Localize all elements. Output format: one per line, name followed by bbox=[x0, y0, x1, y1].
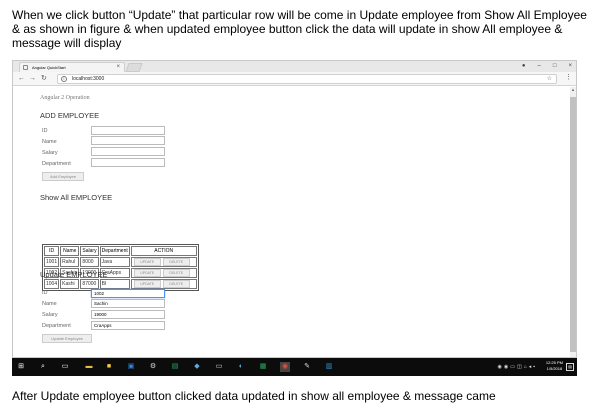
add-id-input[interactable] bbox=[91, 126, 165, 135]
search-icon[interactable]: ⌕ bbox=[38, 362, 48, 372]
app-title: Angular 2 Operation bbox=[40, 95, 90, 101]
add-name-input[interactable] bbox=[91, 136, 165, 145]
minimize-button[interactable]: – bbox=[538, 61, 541, 72]
url-text: localhost:3000 bbox=[72, 76, 105, 82]
cell-id: 1004 bbox=[44, 279, 60, 289]
add-employee-heading: ADD EMPLOYEE bbox=[40, 111, 100, 120]
table-row: 1001 Rahul 8000 Java UPDATE DELETE bbox=[44, 257, 197, 267]
chrome-icon[interactable]: ◉ bbox=[280, 362, 290, 372]
scroll-thumb[interactable] bbox=[570, 97, 576, 352]
cell-action: UPDATE DELETE bbox=[130, 268, 197, 278]
task-view-icon[interactable]: ▭ bbox=[60, 362, 70, 372]
add-department-input[interactable] bbox=[91, 158, 165, 167]
caption-top: When we click button “Update” that parti… bbox=[12, 8, 587, 50]
cell-action: UPDATE DELETE bbox=[130, 279, 197, 289]
tab-title: Angular QuickStart bbox=[32, 65, 66, 70]
cell-department: Java bbox=[99, 257, 130, 267]
cell-id: 1002 bbox=[44, 268, 60, 278]
delete-button[interactable]: DELETE bbox=[162, 258, 190, 266]
maximize-button[interactable]: □ bbox=[553, 61, 557, 72]
outlook-icon[interactable]: ▣ bbox=[126, 362, 136, 372]
page-content: Angular 2 Operation ADD EMPLOYEE ID Name… bbox=[13, 87, 576, 357]
cell-id: 1001 bbox=[44, 257, 60, 267]
browser-toolbar: ← → ↻ i localhost:3000 ☆ ⋮ bbox=[13, 72, 576, 86]
col-department: Department bbox=[99, 246, 130, 256]
profile-icon[interactable]: ● bbox=[522, 61, 526, 72]
new-tab-button[interactable] bbox=[125, 63, 143, 72]
browser-tab[interactable]: Angular QuickStart × bbox=[19, 62, 125, 72]
address-bar[interactable]: i localhost:3000 ☆ bbox=[57, 74, 557, 84]
update-button[interactable]: UPDATE bbox=[133, 269, 161, 277]
cell-name: Kashi bbox=[60, 279, 80, 289]
employee-table: ID Name Salary Department ACTION 1001 Ra… bbox=[42, 244, 199, 291]
show-all-heading: Show All EMPLOYEE bbox=[40, 193, 113, 202]
cell-department: BI bbox=[99, 279, 130, 289]
cell-action: UPDATE DELETE bbox=[130, 257, 197, 267]
clock-date: 1/5/2018 bbox=[546, 366, 563, 371]
sticky-notes-icon[interactable]: ■ bbox=[104, 362, 114, 372]
tool-icon[interactable]: ✎ bbox=[302, 362, 312, 372]
add-employee-button[interactable]: Add Employee bbox=[42, 172, 84, 181]
add-name-label: Name bbox=[42, 139, 57, 145]
tab-bar: Angular QuickStart × ● – □ × bbox=[13, 61, 576, 72]
col-name: Name bbox=[60, 246, 80, 256]
clock[interactable]: 12:25 PM 1/5/2018 bbox=[546, 360, 563, 372]
window-controls: ● – □ × bbox=[522, 61, 572, 72]
update-button[interactable]: UPDATE bbox=[133, 258, 161, 266]
cell-department: CraApps bbox=[99, 268, 130, 278]
system-tray[interactable]: ◉◉▭◫⌂◂▪ bbox=[498, 364, 537, 370]
add-salary-label: Salary bbox=[42, 150, 58, 156]
col-action: ACTION bbox=[130, 246, 197, 256]
page-icon bbox=[23, 65, 28, 70]
reload-icon[interactable]: ↻ bbox=[41, 74, 47, 84]
update-button[interactable]: UPDATE bbox=[133, 280, 161, 288]
delete-button[interactable]: DELETE bbox=[162, 280, 190, 288]
add-id-label: ID bbox=[42, 128, 48, 134]
close-icon[interactable]: × bbox=[116, 63, 120, 72]
info-icon[interactable]: i bbox=[61, 76, 67, 82]
excel-icon[interactable]: ▦ bbox=[258, 362, 268, 372]
settings-icon[interactable]: ⚙ bbox=[148, 362, 158, 372]
star-icon[interactable]: ☆ bbox=[547, 75, 552, 83]
table-row: 1004 Kashi 87000 BI UPDATE DELETE bbox=[44, 279, 197, 289]
col-salary: Salary bbox=[80, 246, 99, 256]
scrollbar[interactable]: ▲ bbox=[570, 87, 576, 357]
add-salary-input[interactable] bbox=[91, 147, 165, 156]
back-icon[interactable]: ← bbox=[18, 74, 25, 84]
taskbar: ⊞ ⌕ ▭ ▬ ■ ▣ ⚙ ▤ ◆ ▭ ◐ ▦ ◉ ✎ ▥ ◉◉▭◫⌂◂▪ 12… bbox=[12, 358, 577, 376]
windows-start-icon[interactable]: ⊞ bbox=[16, 362, 26, 372]
cell-salary: 87000 bbox=[80, 279, 99, 289]
browser-window: Angular QuickStart × ● – □ × ← → ↻ i loc… bbox=[12, 60, 577, 358]
menu-icon[interactable]: ⋮ bbox=[565, 73, 572, 83]
add-department-label: Department bbox=[42, 161, 71, 167]
word-icon[interactable]: ▥ bbox=[324, 362, 334, 372]
table-row: 1002 Sachin 19000 CraApps UPDATE DELETE bbox=[44, 268, 197, 278]
notepad-icon[interactable]: ▤ bbox=[170, 362, 180, 372]
cell-salary: 19000 bbox=[80, 268, 99, 278]
desktop-icon[interactable]: ▭ bbox=[214, 362, 224, 372]
cell-name: Rahul bbox=[60, 257, 80, 267]
forward-icon[interactable]: → bbox=[29, 74, 36, 84]
close-window-button[interactable]: × bbox=[568, 61, 572, 72]
caption-bottom: After Update employee button clicked dat… bbox=[12, 389, 496, 403]
cell-salary: 8000 bbox=[80, 257, 99, 267]
vs-code-icon[interactable]: ◐ bbox=[236, 362, 246, 372]
delete-button[interactable]: DELETE bbox=[162, 269, 190, 277]
file-explorer-icon[interactable]: ▬ bbox=[84, 362, 94, 372]
cell-name: Sachin bbox=[60, 268, 80, 278]
scroll-up-icon[interactable]: ▲ bbox=[570, 87, 576, 92]
col-id: ID bbox=[44, 246, 60, 256]
app-icon[interactable]: ◆ bbox=[192, 362, 202, 372]
notification-icon[interactable]: ▤ bbox=[566, 363, 574, 371]
